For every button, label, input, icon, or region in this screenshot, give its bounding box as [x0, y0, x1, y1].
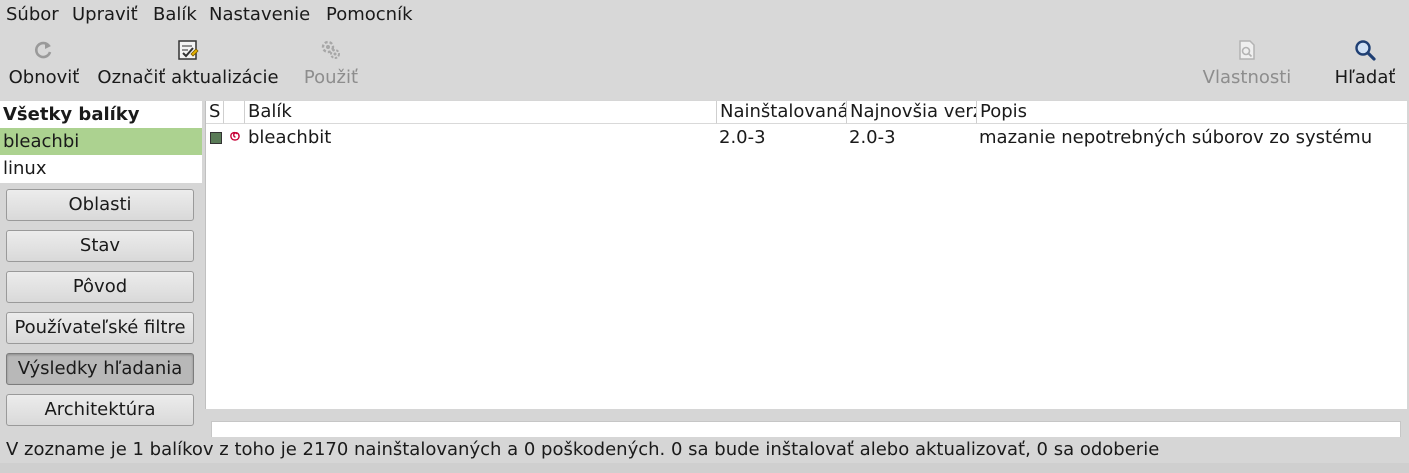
search-icon [1355, 40, 1376, 61]
column-header-description[interactable]: Popis [977, 101, 1407, 124]
section-list-header[interactable]: Všetky balíky [0, 101, 202, 128]
debian-icon [230, 131, 240, 141]
filter-sections-button[interactable]: Oblasti [6, 189, 194, 221]
mark-upgrades-icon [178, 40, 199, 60]
installed-version: 2.0-3 [719, 127, 766, 148]
reload-button[interactable]: Obnoviť [4, 30, 84, 98]
filter-search-results-button[interactable]: Výsledky hľadania [6, 353, 194, 385]
section-item-bleachbi[interactable]: bleachbi [0, 128, 202, 155]
apply-button[interactable]: Použiť [298, 30, 364, 98]
section-item-linux[interactable]: linux [0, 155, 202, 182]
status-installed-icon[interactable] [210, 132, 222, 144]
package-name: bleachbit [248, 127, 332, 148]
toolbar: Obnoviť Označiť aktualizácie Použiť Vlas… [0, 30, 1409, 100]
apply-icon [321, 40, 340, 59]
section-list: Všetky balíky bleachbi linux [0, 101, 202, 183]
window-bottom-edge [0, 463, 1409, 473]
filter-custom-button[interactable]: Používateľské filtre [6, 312, 194, 344]
menu-help[interactable]: Pomocník [320, 3, 419, 27]
mark-upgrades-label: Označiť aktualizácie [97, 67, 279, 88]
statusbar: V zozname je 1 balíkov z toho je 2170 na… [0, 437, 1409, 463]
filter-origin-button[interactable]: Pôvod [6, 271, 194, 303]
menu-file[interactable]: Súbor [0, 3, 65, 27]
column-header-package[interactable]: Balík [245, 101, 717, 124]
properties-button[interactable]: Vlastnosti [1196, 30, 1298, 98]
column-header-latest[interactable]: Najnovšia verzia [847, 101, 977, 124]
filter-architecture-button[interactable]: Architektúra [6, 394, 194, 426]
properties-icon [1239, 40, 1255, 60]
menu-settings[interactable]: Nastavenie [203, 3, 316, 27]
menubar: Súbor Upraviť Balík Nastavenie Pomocník [0, 0, 1409, 30]
package-description: mazanie nepotrebných súborov zo systému [979, 127, 1373, 148]
latest-version: 2.0-3 [849, 127, 896, 148]
search-button[interactable]: Hľadať [1328, 30, 1402, 98]
mark-upgrades-button[interactable]: Označiť aktualizácie [92, 30, 284, 98]
apply-label: Použiť [303, 67, 359, 88]
column-header-status[interactable]: S [206, 101, 224, 124]
menu-package[interactable]: Balík [147, 3, 203, 27]
search-label: Hľadať [1334, 67, 1396, 88]
properties-label: Vlastnosti [1202, 67, 1292, 88]
reload-label: Obnoviť [8, 67, 80, 88]
menu-edit[interactable]: Upraviť [66, 3, 144, 27]
column-header-installed[interactable]: Nainštalovaná [717, 101, 847, 124]
package-table: S Balík Nainštalovaná Najnovšia verzia P… [205, 101, 1407, 409]
column-header-origin[interactable] [224, 101, 245, 124]
filter-status-button[interactable]: Stav [6, 230, 194, 262]
reload-icon [35, 41, 52, 59]
